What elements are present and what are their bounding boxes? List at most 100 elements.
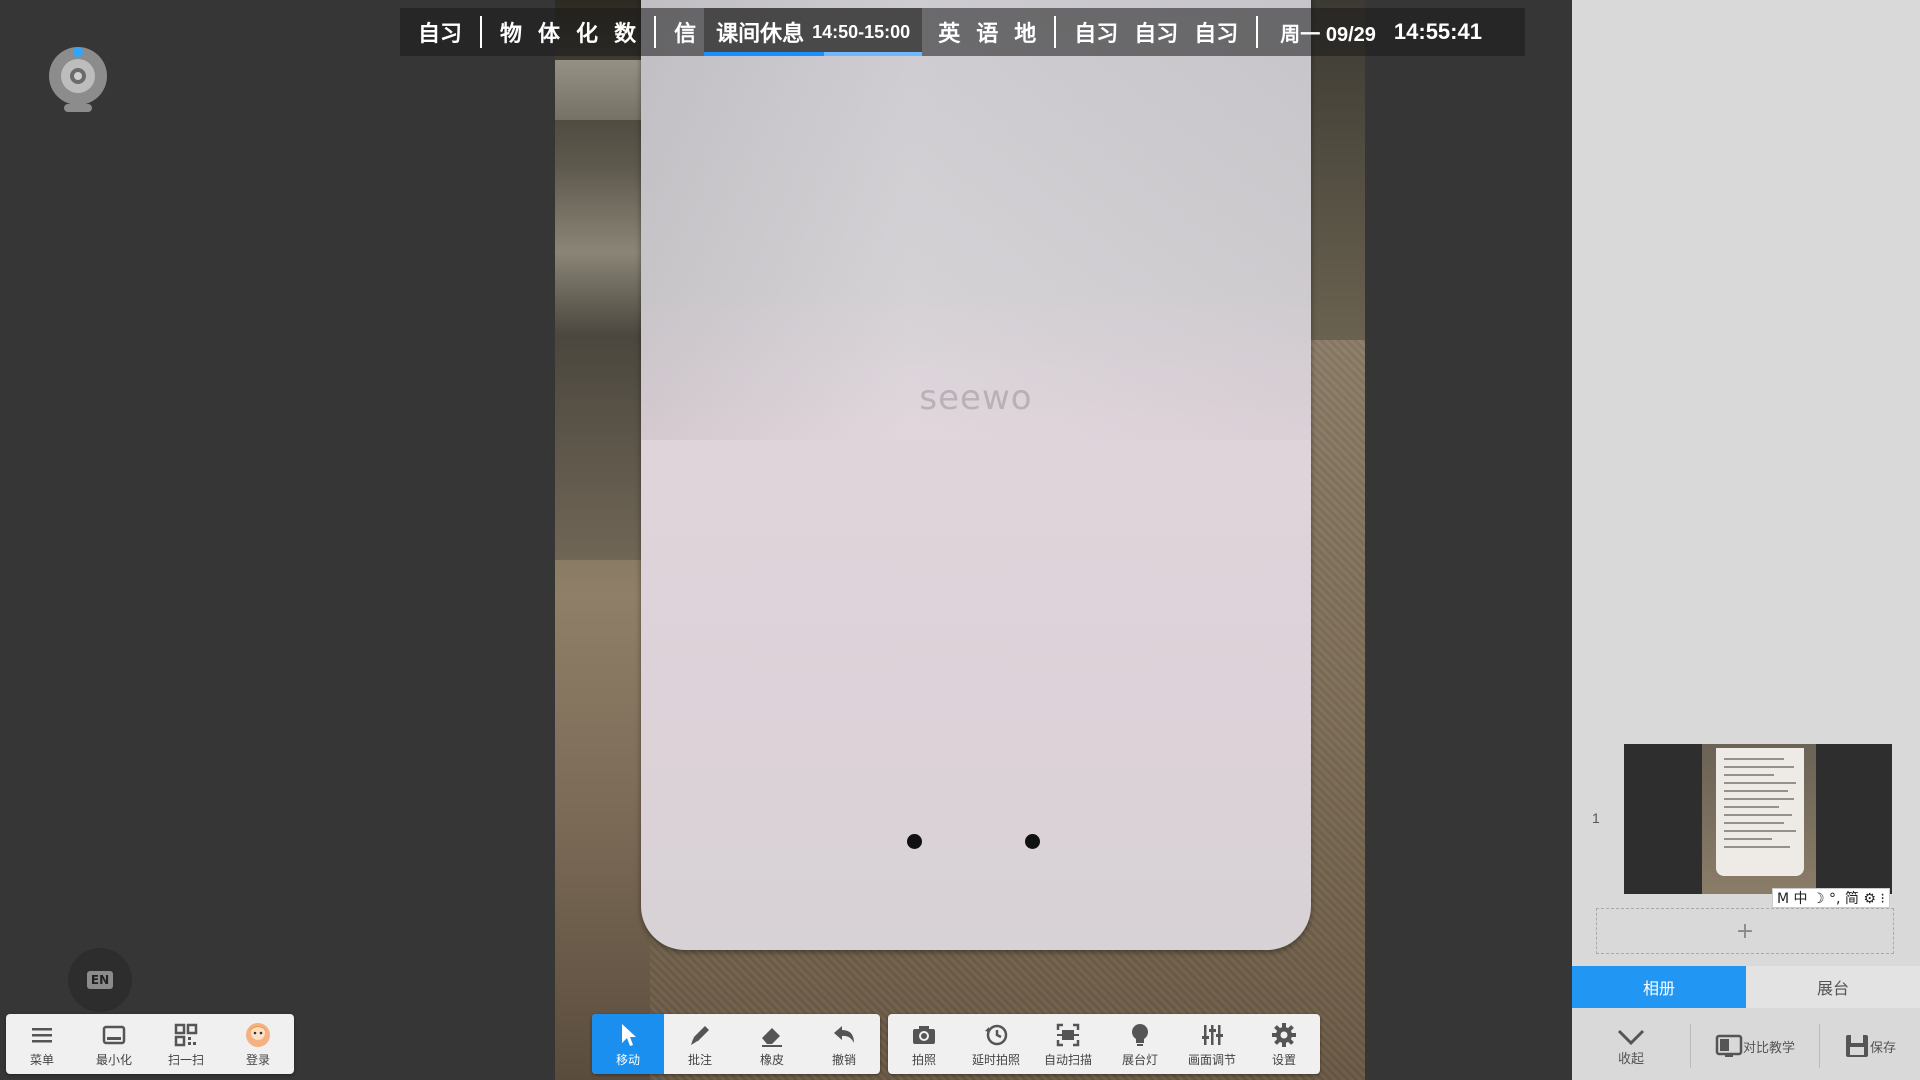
tab-booth[interactable]: 展台 — [1746, 966, 1920, 1008]
photo-label: 拍照 — [911, 1052, 936, 1067]
move-label: 移动 — [615, 1052, 640, 1067]
schedule-item: 数 — [614, 21, 637, 46]
schedule-divider — [1054, 16, 1057, 48]
camera-icon — [913, 1025, 935, 1044]
schedule-divider — [654, 16, 657, 48]
scan-label: 扫一扫 — [167, 1052, 204, 1067]
qrcode-icon — [174, 1023, 198, 1046]
compare-label: 对比教学 — [1742, 1039, 1795, 1055]
camera-tablet-object: seewo — [641, 0, 1311, 950]
scan-icon — [1056, 1023, 1080, 1046]
class-schedule-bar: 自习 物 体 化 数 信 课间休息 14:50-15:00 英 语 地 自习 自… — [400, 8, 1525, 56]
thumbnail-paper — [1716, 748, 1804, 876]
break-label: 课间休息 — [716, 21, 805, 46]
camera-toolbar: 拍照 延时拍照 自动扫描 展台灯 画面调节 设置 — [888, 1014, 1320, 1074]
bulb-icon — [1132, 1023, 1148, 1046]
chevron-down-icon — [1617, 1029, 1645, 1045]
minimize-label: 最小化 — [95, 1052, 132, 1067]
ime-status-bar[interactable]: M 中 ☽ °, 简 ⚙ ⁝ — [1772, 888, 1890, 908]
language-label: EN — [86, 971, 114, 989]
sidebar-toolbar: 收起 对比教学 保存 — [1572, 1012, 1920, 1080]
break-progress-remaining — [824, 52, 923, 56]
add-page-button[interactable]: + — [1596, 908, 1894, 954]
break-progress-fill — [704, 52, 825, 56]
edit-toolbar: 移动 批注 橡皮 撤销 — [592, 1014, 880, 1074]
undo-icon — [834, 1025, 854, 1043]
camera-view[interactable]: seewo — [555, 0, 1365, 1080]
tablet-shading — [641, 0, 1311, 440]
login-label: 登录 — [245, 1052, 270, 1067]
schedule-item: 自习 — [418, 21, 463, 46]
pen-icon — [691, 1025, 709, 1045]
webcam-icon[interactable] — [48, 44, 108, 116]
schedule-item: 自习 — [1074, 21, 1119, 46]
image-adjust-label: 画面调节 — [1187, 1052, 1236, 1067]
image-adjust-button[interactable]: 画面调节 — [1176, 1014, 1248, 1074]
tablet-hole — [907, 834, 922, 849]
save-button[interactable]: 保存 — [1820, 1033, 1920, 1059]
move-tool-button[interactable]: 移动 — [592, 1014, 664, 1074]
annotate-label: 批注 — [687, 1052, 712, 1067]
save-icon — [1845, 1035, 1868, 1057]
language-toggle-button[interactable]: EN — [68, 948, 132, 1012]
photo-button[interactable]: 拍照 — [888, 1014, 960, 1074]
main-stage: seewo 自习 物 体 化 数 信 课间休息 14:50-15:00 英 语 … — [0, 0, 1572, 1080]
menu-icon — [32, 1027, 52, 1042]
schedule-item: 信 — [674, 21, 697, 46]
timer-icon — [985, 1024, 1008, 1045]
schedule-divider — [480, 16, 483, 48]
schedule-item: 地 — [1014, 21, 1037, 46]
timer-photo-button[interactable]: 延时拍照 — [960, 1014, 1032, 1074]
booth-light-label: 展台灯 — [1121, 1052, 1158, 1067]
timer-photo-label: 延时拍照 — [971, 1052, 1020, 1067]
menu-label: 菜单 — [29, 1052, 54, 1067]
settings-button[interactable]: 设置 — [1248, 1014, 1320, 1074]
album-thumbnail[interactable] — [1624, 744, 1892, 894]
compare-icon — [1715, 1034, 1743, 1057]
compare-teaching-button[interactable]: 对比教学 — [1691, 1033, 1819, 1059]
minimize-icon — [102, 1025, 126, 1044]
break-time: 14:50-15:00 — [812, 21, 911, 42]
schedule-divider — [1256, 16, 1259, 48]
thumbnail-index: 1 — [1592, 810, 1600, 826]
undo-button[interactable]: 撤销 — [808, 1014, 880, 1074]
schedule-item: 自习 — [1134, 21, 1179, 46]
annotate-tool-button[interactable]: 批注 — [664, 1014, 736, 1074]
settings-label: 设置 — [1271, 1052, 1296, 1067]
avatar-icon — [246, 1022, 270, 1047]
tablet-hole — [1025, 834, 1040, 849]
auto-scan-button[interactable]: 自动扫描 — [1032, 1014, 1104, 1074]
scan-qrcode-button[interactable]: 扫一扫 — [150, 1014, 222, 1074]
gear-icon — [1272, 1022, 1296, 1047]
add-icon: + — [1735, 918, 1755, 944]
eraser-label: 橡皮 — [759, 1052, 784, 1067]
eraser-icon — [762, 1027, 782, 1047]
tablet-brand-text: seewo — [919, 378, 1033, 418]
thumbnail-photo — [1702, 744, 1816, 894]
menu-button[interactable]: 菜单 — [6, 1014, 78, 1074]
current-break-block: 课间休息 14:50-15:00 — [704, 8, 923, 56]
collapse-label: 收起 — [1617, 1050, 1644, 1066]
sliders-icon — [1202, 1024, 1223, 1045]
date-display: 周一 09/29 — [1280, 23, 1376, 46]
schedule-item: 化 — [576, 21, 599, 46]
schedule-item: 英 — [938, 21, 961, 46]
tab-album[interactable]: 相册 — [1572, 966, 1746, 1008]
camera-object-scale — [555, 60, 645, 120]
collapse-button[interactable]: 收起 — [1572, 1026, 1690, 1067]
left-toolbar: 菜单 最小化 扫一扫 登录 — [6, 1014, 294, 1074]
minimize-button[interactable]: 最小化 — [78, 1014, 150, 1074]
eraser-tool-button[interactable]: 橡皮 — [736, 1014, 808, 1074]
sidebar-tab-bar: 相册 展台 — [1572, 966, 1920, 1008]
schedule-item: 物 — [500, 21, 523, 46]
login-button[interactable]: 登录 — [222, 1014, 294, 1074]
auto-scan-label: 自动扫描 — [1043, 1052, 1092, 1067]
schedule-item: 语 — [976, 21, 999, 46]
cursor-icon — [622, 1023, 636, 1046]
album-sidebar: 1 + 相册 展台 收起 对比教学 保存 — [1572, 0, 1920, 1080]
save-label: 保存 — [1869, 1039, 1896, 1055]
booth-light-button[interactable]: 展台灯 — [1104, 1014, 1176, 1074]
schedule-item: 自习 — [1194, 21, 1239, 46]
schedule-item: 体 — [538, 21, 561, 46]
clock-display: 14:55:41 — [1393, 19, 1482, 44]
